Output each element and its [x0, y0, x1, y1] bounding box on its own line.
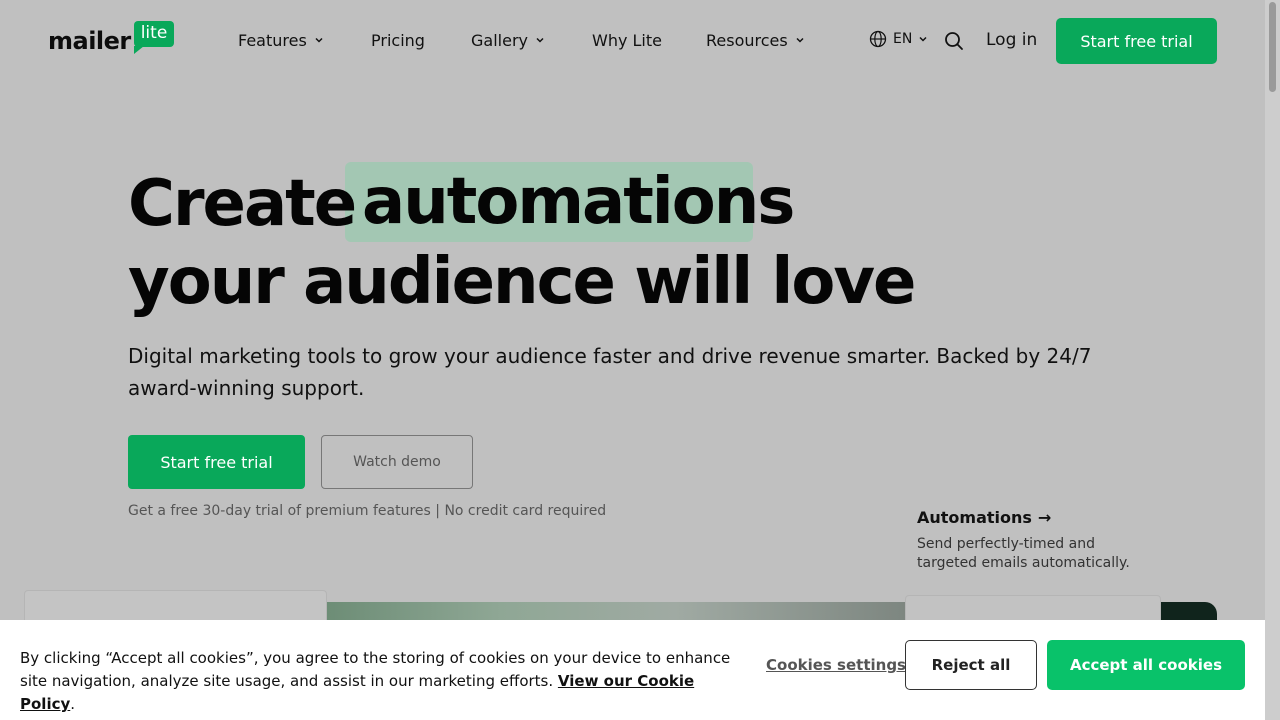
logo-badge-text: lite [140, 23, 168, 43]
search-icon[interactable] [944, 31, 964, 51]
nav-features-label: Features [238, 30, 307, 50]
nav-pricing[interactable]: Pricing [371, 29, 425, 51]
hero-title-line1: Create [128, 164, 357, 244]
chevron-down-icon [796, 37, 804, 43]
nav-why-lite[interactable]: Why Lite [592, 29, 662, 51]
language-selector[interactable]: EN [869, 30, 928, 48]
site-header: mailer lite Features Pricing Gallery Why… [0, 0, 1265, 82]
reject-all-button[interactable]: Reject all [905, 640, 1037, 690]
cookies-settings-button[interactable]: Cookies settings [766, 656, 906, 674]
trial-note: Get a free 30-day trial of premium featu… [128, 503, 607, 519]
mailerlite-logo[interactable]: mailer lite [48, 21, 174, 55]
nav-resources-label: Resources [706, 30, 788, 50]
globe-icon [869, 30, 887, 48]
cookie-period: . [70, 695, 76, 713]
chevron-down-icon [536, 37, 544, 43]
chevron-down-icon [919, 36, 927, 42]
logo-wordmark: mailer [48, 27, 131, 55]
nav-gallery-label: Gallery [471, 30, 528, 50]
start-free-trial-button[interactable]: Start free trial [128, 435, 305, 489]
nav-pricing-label: Pricing [371, 30, 425, 50]
chevron-down-icon [315, 37, 323, 43]
language-code: EN [893, 31, 913, 47]
page-scrollbar[interactable] [1265, 0, 1280, 720]
hero-subtitle: Digital marketing tools to grow your aud… [128, 344, 1092, 400]
nav-gallery[interactable]: Gallery [471, 29, 545, 51]
nav-why-lite-label: Why Lite [592, 30, 662, 50]
logo-badge: lite [134, 21, 174, 54]
start-free-trial-header-button[interactable]: Start free trial [1056, 18, 1217, 64]
feature-title: Automations [917, 508, 1032, 527]
watch-demo-button[interactable]: Watch demo [321, 435, 473, 489]
hero-title-start: Create [128, 167, 357, 241]
scrollbar-thumb[interactable] [1269, 2, 1276, 92]
hero-title-highlight: automations [362, 165, 795, 239]
nav-features[interactable]: Features [238, 29, 324, 51]
feature-automations-link[interactable]: Automations → [917, 508, 1051, 527]
login-link[interactable]: Log in [986, 30, 1037, 50]
arrow-right-icon: → [1037, 508, 1052, 527]
hero-title-line2: your audience will love [128, 245, 916, 319]
feature-description: Send perfectly-timed and targeted emails… [917, 536, 1130, 571]
cookie-banner: By clicking “Accept all cookies”, you ag… [0, 620, 1265, 720]
nav-resources[interactable]: Resources [706, 29, 805, 51]
cookie-text-block: By clicking “Accept all cookies”, you ag… [20, 647, 750, 716]
accept-all-cookies-button[interactable]: Accept all cookies [1047, 640, 1245, 690]
